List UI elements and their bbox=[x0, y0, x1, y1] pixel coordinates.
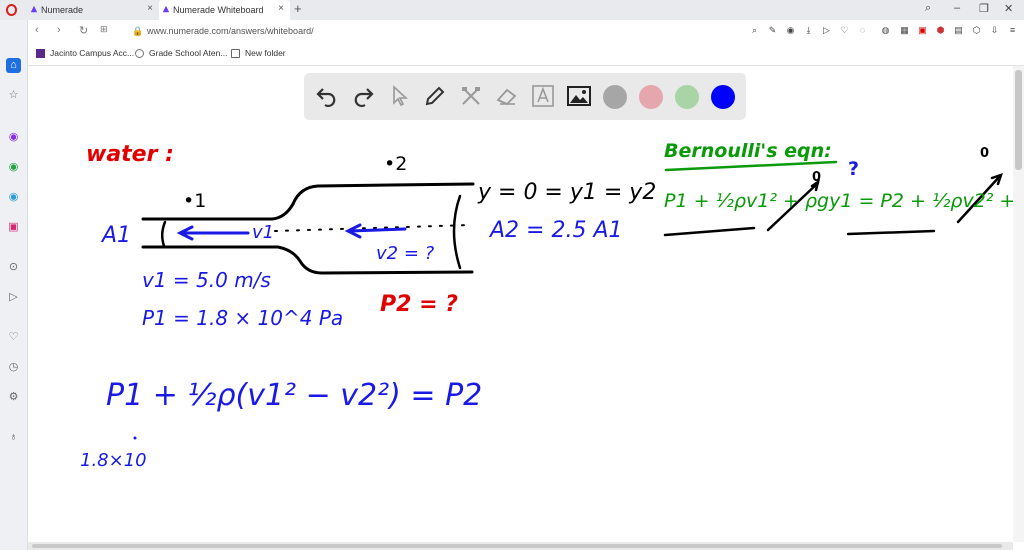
red-text-water: water : bbox=[86, 142, 174, 167]
label-a2: A2 = 2.5 A1 bbox=[490, 218, 623, 243]
label-heights: y = 0 = y1 = y2 bbox=[478, 180, 657, 205]
label-zero-2: 0 bbox=[980, 146, 990, 161]
pointer-icon[interactable] bbox=[388, 84, 412, 108]
color-swatch-blue[interactable] bbox=[711, 85, 735, 109]
red-text-p2-question: P2 = ? bbox=[380, 292, 458, 317]
label-point-2: •2 bbox=[384, 153, 408, 175]
label-a1: A1 bbox=[102, 223, 132, 248]
vertical-scrollbar[interactable] bbox=[1013, 66, 1024, 542]
question-mark: ? bbox=[848, 158, 860, 180]
velocity-arrows bbox=[176, 223, 407, 241]
label-p1-value: P1 = 1.8 × 10^4 Pa bbox=[142, 306, 344, 330]
eraser-icon[interactable] bbox=[495, 84, 519, 108]
bernoulli-equation: P1 + ½ρv1² + ρgy1 = P2 + ½ρv2² + ρgy2 bbox=[664, 190, 1024, 212]
equation-line: P1 + ½ρ(v1² − v2²) = P2 bbox=[106, 378, 483, 413]
point-dot bbox=[133, 436, 137, 440]
horizontal-scrollbar[interactable] bbox=[28, 542, 1013, 550]
label-v2: v2 = ? bbox=[376, 243, 435, 264]
color-swatch-gray[interactable] bbox=[603, 85, 627, 109]
color-swatch-green[interactable] bbox=[675, 85, 699, 109]
scrollbar-thumb[interactable] bbox=[32, 544, 1002, 548]
label-v1: v1 bbox=[252, 222, 275, 243]
calculation-start: 1.8×10 bbox=[80, 450, 147, 471]
scrollbar-thumb[interactable] bbox=[1015, 70, 1022, 170]
whiteboard-toolbar bbox=[304, 73, 746, 120]
redo-icon[interactable] bbox=[351, 84, 375, 108]
text-icon[interactable] bbox=[531, 84, 555, 108]
pen-icon[interactable] bbox=[423, 84, 447, 108]
image-icon[interactable] bbox=[567, 84, 591, 108]
bernoulli-title: Bernoulli's eqn: bbox=[664, 140, 832, 162]
tools-icon[interactable] bbox=[459, 84, 483, 108]
label-point-1: •1 bbox=[183, 190, 207, 212]
label-v1-value: v1 = 5.0 m/s bbox=[142, 268, 271, 292]
undo-icon[interactable] bbox=[315, 84, 339, 108]
color-swatch-pink[interactable] bbox=[639, 85, 663, 109]
label-zero-1: 0 bbox=[812, 170, 822, 185]
